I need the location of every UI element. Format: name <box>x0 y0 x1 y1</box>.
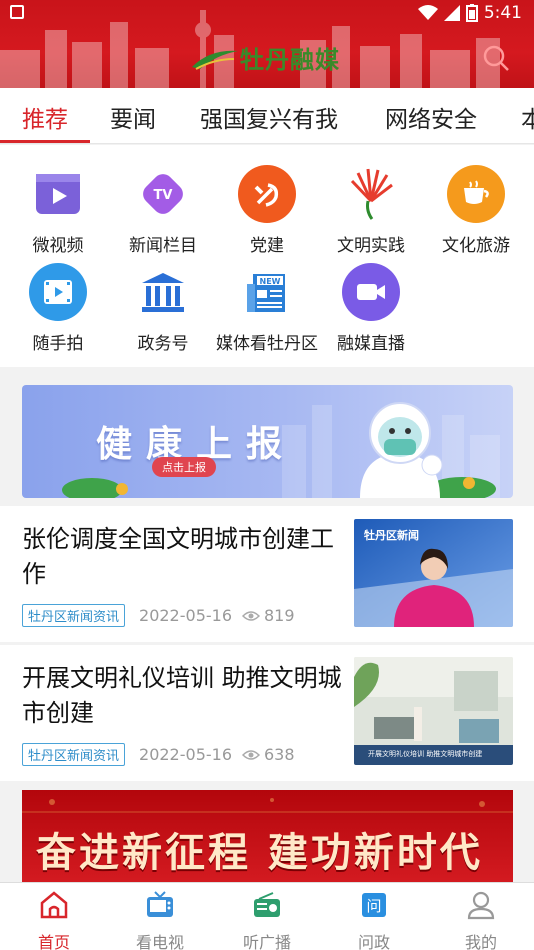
news-meta: 牡丹区新闻资讯 2022-05-16 638 <box>22 743 295 766</box>
grid-item-media-view-mudan[interactable]: NEW 媒体看牡丹区 <box>214 263 320 354</box>
grid-item-culture-tourism[interactable]: 文化旅游 <box>423 165 529 256</box>
television-icon <box>147 891 173 917</box>
app-screen: 5:41 牡丹融媒 推荐 要闻 强国复兴有我 网络安全 本 微视频 <box>0 0 534 950</box>
app-logo: 牡丹融媒 <box>190 40 340 75</box>
civilization-fan-icon <box>350 168 393 220</box>
grid-item-news-columns[interactable]: TV 新闻栏目 <box>110 165 216 256</box>
news-view-count: 638 <box>264 745 295 764</box>
app-header: 5:41 牡丹融媒 <box>0 0 534 88</box>
news-date: 2022-05-16 <box>139 606 232 625</box>
views-eye-icon <box>242 610 260 621</box>
tab-rejuvenation[interactable]: 强国复兴有我 <box>200 100 338 134</box>
nav-listen-radio[interactable]: 听广播 <box>227 889 307 950</box>
promo-poster[interactable]: 奋进新征程 建功新时代 <box>22 790 513 890</box>
news-item[interactable]: 开展文明礼仪培训 助推文明城市创建 牡丹区新闻资讯 2022-05-16 638… <box>0 645 534 781</box>
grid-item-party-building[interactable]: 党建 <box>214 165 320 256</box>
logo-swoosh-icon <box>192 50 238 70</box>
views-eye-icon <box>242 749 260 760</box>
grid-item-government-accounts[interactable]: 政务号 <box>110 263 216 354</box>
status-bar: 5:41 <box>0 0 534 28</box>
user-profile-icon <box>467 891 495 920</box>
newspaper-new-icon: NEW <box>247 274 285 312</box>
thumbnail-caption: 牡丹区新闻 <box>364 529 419 542</box>
coffee-cup-icon <box>464 180 489 204</box>
battery-icon <box>465 4 478 22</box>
tab-more[interactable]: 本 <box>521 100 534 134</box>
svg-text:问: 问 <box>366 897 381 915</box>
party-emblem-icon <box>254 183 279 207</box>
news-source-tag: 牡丹区新闻资讯 <box>22 743 126 766</box>
news-date: 2022-05-16 <box>139 745 232 764</box>
banner-report-button[interactable]: 点击上报 <box>152 457 216 477</box>
news-view-count: 819 <box>264 606 295 625</box>
medical-worker-illustration <box>360 402 443 498</box>
video-play-icon <box>36 174 80 214</box>
grid-item-live-broadcast[interactable]: 融媒直播 <box>318 263 424 354</box>
news-thumbnail[interactable]: 牡丹区新闻 <box>354 519 513 627</box>
news-headline[interactable]: 开展文明礼仪培训 助推文明城市创建 <box>22 661 342 731</box>
news-headline[interactable]: 张伦调度全国文明城市创建工作 <box>22 522 342 592</box>
svg-text:TV: TV <box>154 188 173 203</box>
active-tab-indicator <box>0 140 90 143</box>
tab-recommend[interactable]: 推荐 <box>22 100 68 134</box>
search-icon[interactable] <box>482 44 510 72</box>
home-icon <box>40 891 68 919</box>
tab-cyber-security[interactable]: 网络安全 <box>385 100 477 134</box>
government-building-icon <box>142 273 184 312</box>
app-name: 牡丹融媒 <box>240 45 340 74</box>
news-source-tag: 牡丹区新闻资讯 <box>22 604 126 627</box>
radio-icon <box>254 892 280 917</box>
category-tabs: 推荐 要闻 强国复兴有我 网络安全 本 <box>0 88 534 144</box>
notification-icon <box>10 5 24 19</box>
ask-government-icon: 问 <box>362 893 386 917</box>
nav-watch-tv[interactable]: 看电视 <box>120 889 200 950</box>
grid-item-micro-video[interactable]: 微视频 <box>5 165 111 256</box>
tab-news[interactable]: 要闻 <box>110 100 156 134</box>
wifi-icon <box>417 5 438 20</box>
film-clip-icon <box>44 280 72 304</box>
tv-icon: TV <box>143 174 183 214</box>
nav-home[interactable]: 首页 <box>14 889 94 950</box>
news-meta: 牡丹区新闻资讯 2022-05-16 819 <box>22 604 295 627</box>
nav-ask-government[interactable]: 问 问政 <box>334 889 414 950</box>
poster-slogan: 奋进新征程 建功新时代 <box>36 830 483 876</box>
news-thumbnail[interactable]: 开展文明礼仪培训 助推文明城市创建 <box>354 657 513 765</box>
news-item[interactable]: 张伦调度全国文明城市创建工作 牡丹区新闻资讯 2022-05-16 819 牡丹… <box>0 506 534 642</box>
live-camera-icon <box>357 284 385 300</box>
grid-item-snapshot[interactable]: 随手拍 <box>5 263 111 354</box>
thumbnail-caption: 开展文明礼仪培训 助推文明城市创建 <box>368 750 483 758</box>
status-time: 5:41 <box>483 3 522 23</box>
signal-icon <box>443 5 460 21</box>
health-report-banner[interactable]: 健康上报 点击上报 <box>22 385 513 498</box>
nav-profile[interactable]: 我的 <box>441 889 521 950</box>
svg-text:NEW: NEW <box>260 277 281 286</box>
grid-item-civilization-practice[interactable]: 文明实践 <box>318 165 424 256</box>
bottom-navigation: 首页 看电视 听广播 问 问政 我的 <box>0 882 534 950</box>
feature-grid: 微视频 TV 新闻栏目 党建 文明实践 文化旅游 随手拍 政务号 NEW 媒体看… <box>0 145 534 367</box>
